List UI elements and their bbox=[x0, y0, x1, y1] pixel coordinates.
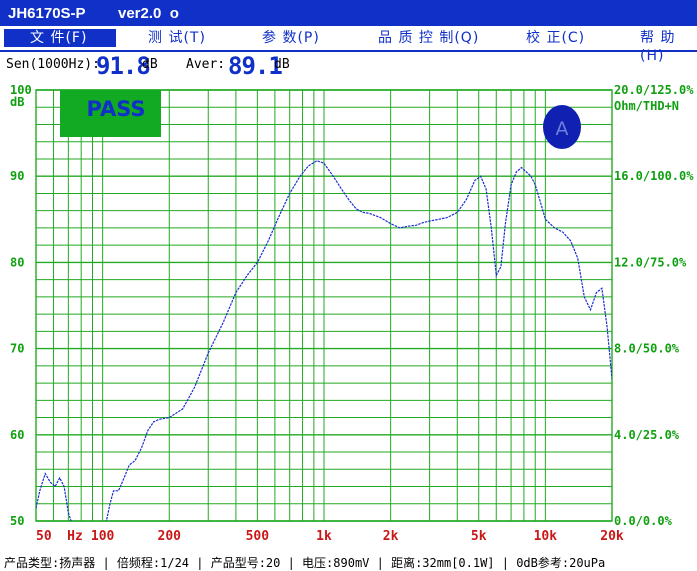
y-tick-label: 80 bbox=[10, 255, 24, 269]
x-tick-label: 1k bbox=[316, 529, 332, 544]
right-tick-label: 16.0/100.0% bbox=[614, 169, 694, 183]
x-tick-label: 100 bbox=[91, 529, 115, 544]
right-tick-label: 20.0/125.0% bbox=[614, 83, 694, 97]
right-tick-label: 0.0/0.0% bbox=[614, 514, 673, 528]
right-tick-label: 4.0/25.0% bbox=[614, 428, 680, 442]
y-tick-label: 60 bbox=[10, 428, 24, 442]
pass-badge-label: PASS bbox=[86, 97, 145, 121]
menu-params[interactable]: 参 数(P) bbox=[262, 29, 320, 47]
y-tick-label: 70 bbox=[10, 342, 24, 356]
channel-badge-label: A bbox=[556, 118, 569, 140]
right-unit-label: Ohm/THD+N bbox=[614, 99, 679, 113]
x-tick-label: 200 bbox=[158, 529, 182, 544]
menu-bar: 文 件(F) 测 试(T) 参 数(P) 品 质 控 制(Q) 校 正(C) 帮… bbox=[0, 27, 697, 64]
y-unit-label: dB bbox=[10, 95, 24, 109]
menu-test[interactable]: 测 试(T) bbox=[148, 29, 206, 47]
sensitivity-unit: dB bbox=[142, 57, 158, 72]
y-tick-label: 90 bbox=[10, 169, 24, 183]
right-tick-label: 12.0/75.0% bbox=[614, 255, 687, 269]
frequency-response-chart: 100 90 80 70 60 50 dB 20.0/125.0% 16.0/100.0% 12.… bbox=[10, 83, 694, 544]
x-tick-label: 20k bbox=[600, 529, 624, 544]
x-tick-label: 50 bbox=[36, 529, 52, 544]
x-tick-label: 5k bbox=[471, 529, 487, 544]
status-bar: 产品类型:扬声器 | 倍频程:1/24 | 产品型号:20 | 电压:890mV… bbox=[0, 552, 697, 571]
sensitivity-label: Sen(1000Hz): bbox=[6, 57, 100, 72]
version-label: ver2.0 o bbox=[118, 5, 179, 22]
menu-help[interactable]: 帮 助(H) bbox=[640, 29, 697, 64]
x-tick-label: Hz bbox=[67, 529, 83, 544]
menu-file[interactable]: 文 件(F) bbox=[4, 29, 116, 47]
x-tick-label: 500 bbox=[246, 529, 270, 544]
x-tick-label: 10k bbox=[534, 529, 558, 544]
status-marker: o bbox=[169, 5, 179, 22]
y-tick-label: 50 bbox=[10, 514, 24, 528]
right-tick-label: 8.0/50.0% bbox=[614, 342, 680, 356]
app-title: JH6170S-P bbox=[8, 5, 86, 22]
readout-bar: Sen(1000Hz): 91.8 dB Aver: 89.1 dB bbox=[0, 52, 697, 82]
average-label: Aver: bbox=[186, 57, 226, 72]
menu-quality-control[interactable]: 品 质 控 制(Q) bbox=[378, 29, 479, 47]
average-unit: dB bbox=[274, 57, 290, 72]
status-text: 产品类型:扬声器 | 倍频程:1/24 | 产品型号:20 | 电压:890mV… bbox=[4, 556, 606, 570]
x-tick-label: 2k bbox=[383, 529, 399, 544]
menu-calibrate[interactable]: 校 正(C) bbox=[526, 29, 585, 47]
title-bar: JH6170S-P ver2.0 o bbox=[0, 0, 697, 26]
